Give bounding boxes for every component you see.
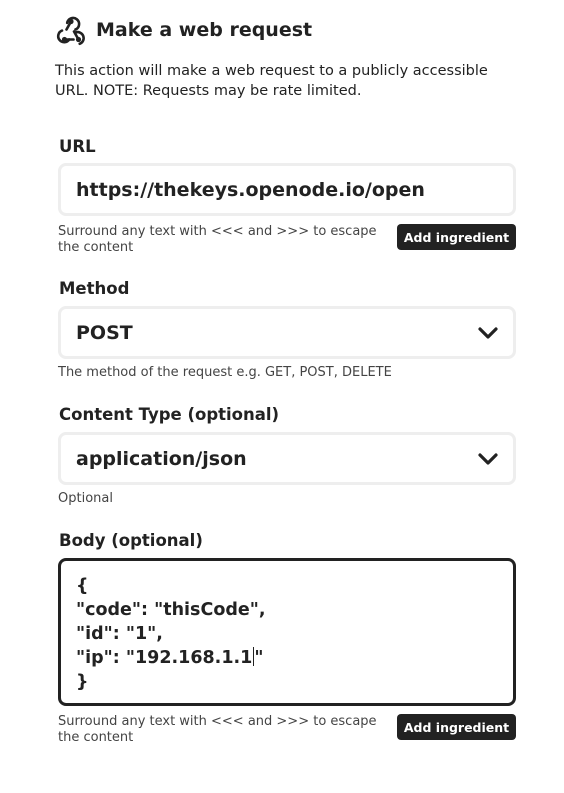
method-helper-text: The method of the request e.g. GET, POST… [58, 365, 392, 380]
content-type-helper-text: Optional [58, 491, 113, 506]
url-helper-text: Surround any text with <<< and >>> to es… [58, 224, 377, 255]
content-type-selected-value: application/json [76, 447, 247, 470]
chevron-down-icon [478, 452, 498, 465]
page-title: Make a web request [96, 19, 313, 41]
content-type-select[interactable]: application/json [58, 432, 516, 485]
body-textarea[interactable]: { "code": "thisCode", "id": "1", "ip": "… [58, 558, 516, 706]
body-add-ingredient-button[interactable]: Add ingredient [397, 714, 516, 740]
body-line: "code": "thisCode", [76, 600, 266, 620]
chevron-down-icon [478, 326, 498, 339]
url-input[interactable]: https://thekeys.openode.io/open [58, 163, 516, 216]
content-type-label: Content Type (optional) [59, 405, 280, 424]
url-value: https://thekeys.openode.io/open [76, 178, 425, 201]
body-line-text: " [254, 648, 264, 668]
body-line-text: "ip": "192.168.1.1 [76, 648, 253, 668]
method-select[interactable]: POST [58, 306, 516, 359]
action-header: Make a web request [55, 14, 312, 46]
web-request-form: Make a web request This action will make… [0, 0, 564, 793]
body-line: "id": "1", [76, 624, 163, 644]
body-line: { [76, 576, 89, 596]
webhook-icon [56, 16, 85, 46]
body-line: } [76, 672, 89, 692]
body-label: Body (optional) [59, 531, 203, 550]
method-label: Method [59, 279, 130, 298]
body-helper-text: Surround any text with <<< and >>> to es… [58, 714, 377, 745]
body-line: "ip": "192.168.1.1 " [76, 646, 498, 670]
url-add-ingredient-button[interactable]: Add ingredient [397, 224, 516, 250]
method-selected-value: POST [76, 321, 133, 344]
action-description: This action will make a web request to a… [55, 63, 488, 99]
url-label: URL [59, 137, 96, 156]
